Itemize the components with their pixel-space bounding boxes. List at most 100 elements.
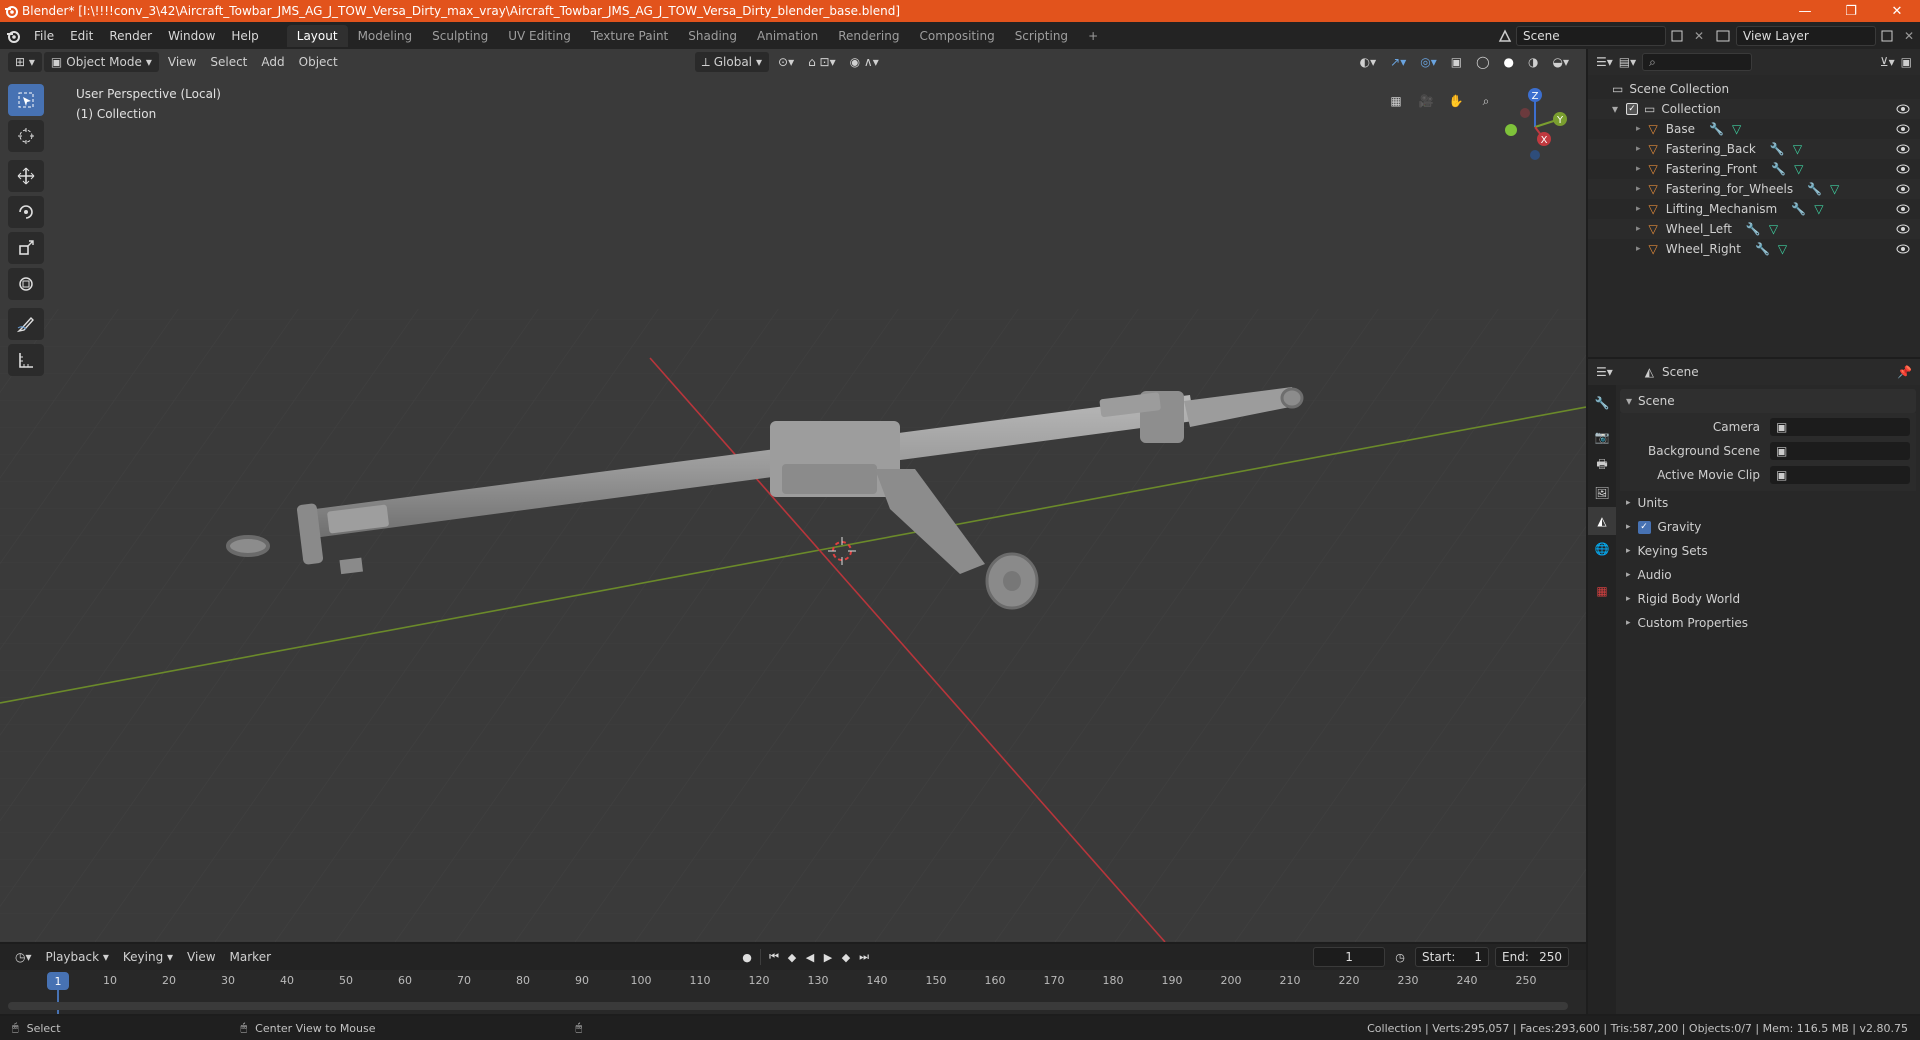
- modifier-icon[interactable]: 🔧: [1807, 182, 1822, 196]
- menu-help[interactable]: Help: [223, 25, 266, 47]
- tab-rendering[interactable]: Rendering: [828, 25, 909, 47]
- tool-tab-icon[interactable]: 🔧: [1588, 389, 1616, 417]
- eye-icon[interactable]: [1896, 122, 1910, 136]
- shading-wireframe-icon[interactable]: ◯: [1469, 52, 1496, 72]
- mesh-data-icon[interactable]: ▽: [1793, 142, 1802, 156]
- tab-texture-paint[interactable]: Texture Paint: [581, 25, 678, 47]
- editor-type-button[interactable]: ⊞ ▾: [8, 52, 42, 72]
- start-frame-field[interactable]: Start: 1: [1415, 947, 1490, 967]
- expand-arrow-icon[interactable]: ▸: [1636, 144, 1641, 154]
- menu-view[interactable]: View: [161, 52, 203, 72]
- output-tab-icon[interactable]: 🖶: [1588, 451, 1616, 479]
- timeline-editor-type-icon[interactable]: ◷▾: [8, 947, 39, 967]
- xray-toggle-icon[interactable]: ▣: [1444, 52, 1469, 72]
- properties-editor-type-icon[interactable]: ☰▾: [1596, 365, 1613, 379]
- scene-tab-icon[interactable]: ◭: [1588, 507, 1616, 535]
- property-section-header[interactable]: ▸ Keying Sets: [1620, 539, 1916, 563]
- property-section-header[interactable]: ▸ Audio: [1620, 563, 1916, 587]
- eye-icon[interactable]: [1896, 162, 1910, 176]
- keying-menu[interactable]: Keying ▾: [116, 947, 180, 967]
- jump-end-icon[interactable]: ⏭: [855, 948, 873, 966]
- outliner-object-row[interactable]: ▸ ▽ Fastering_for_Wheels 🔧 ▽: [1588, 179, 1920, 199]
- menu-object[interactable]: Object: [292, 52, 345, 72]
- timeline-scrollbar[interactable]: [8, 1002, 1568, 1010]
- property-section-header[interactable]: ▸ Units: [1620, 491, 1916, 515]
- outliner-editor-type-icon[interactable]: ☰▾: [1596, 55, 1613, 69]
- world-tab-icon[interactable]: 🌐: [1588, 535, 1616, 563]
- expand-arrow-icon[interactable]: ▸: [1636, 204, 1641, 214]
- prev-keyframe-icon[interactable]: ◆: [783, 948, 801, 966]
- outliner-object-row[interactable]: ▸ ▽ Lifting_Mechanism 🔧 ▽: [1588, 199, 1920, 219]
- eye-icon[interactable]: [1896, 182, 1910, 196]
- play-reverse-icon[interactable]: ◀: [801, 948, 819, 966]
- playback-menu[interactable]: Playback ▾: [39, 947, 116, 967]
- minimize-button[interactable]: —: [1782, 0, 1828, 22]
- snap-icon[interactable]: ⌂ ⊡▾: [801, 52, 843, 72]
- outliner-object-row[interactable]: ▸ ▽ Base 🔧 ▽: [1588, 119, 1920, 139]
- transform-orientation-dropdown[interactable]: ⟂ Global ▾: [694, 52, 770, 72]
- tab-sculpting[interactable]: Sculpting: [422, 25, 498, 47]
- eye-icon[interactable]: [1896, 222, 1910, 236]
- texture-tab-icon[interactable]: ▦: [1588, 577, 1616, 605]
- mesh-data-icon[interactable]: ▽: [1794, 162, 1803, 176]
- menu-select[interactable]: Select: [203, 52, 254, 72]
- expand-arrow-icon[interactable]: ▸: [1636, 184, 1641, 194]
- shading-solid-icon[interactable]: ●: [1497, 52, 1521, 72]
- menu-add[interactable]: Add: [254, 52, 291, 72]
- tab-shading[interactable]: Shading: [678, 25, 747, 47]
- rotate-tool[interactable]: [8, 196, 44, 228]
- display-mode-icon[interactable]: ▤▾: [1619, 55, 1636, 69]
- scene-collection-row[interactable]: ▭ Scene Collection: [1588, 79, 1920, 99]
- scene-field[interactable]: Scene: [1516, 25, 1666, 46]
- property-value-field[interactable]: ▣: [1770, 466, 1910, 484]
- overlay-toggle-icon[interactable]: ◎▾: [1413, 52, 1444, 72]
- property-section-header[interactable]: ▸ Custom Properties: [1620, 611, 1916, 635]
- grid-view-icon[interactable]: ▦: [1384, 89, 1408, 113]
- modifier-icon[interactable]: 🔧: [1755, 242, 1770, 256]
- expand-arrow-icon[interactable]: ▸: [1636, 224, 1641, 234]
- tab-compositing[interactable]: Compositing: [909, 25, 1004, 47]
- mesh-data-icon[interactable]: ▽: [1732, 122, 1741, 136]
- collection-checkbox[interactable]: ✓: [1626, 103, 1639, 115]
- play-icon[interactable]: ▶: [819, 948, 837, 966]
- gravity-checkbox[interactable]: ✓: [1637, 520, 1651, 534]
- tab-modeling[interactable]: Modeling: [348, 25, 423, 47]
- close-button[interactable]: ✕: [1874, 0, 1920, 22]
- visibility-icon[interactable]: ◐▾: [1353, 52, 1384, 72]
- collection-row[interactable]: ▾ ✓ ▭ Collection: [1588, 99, 1920, 119]
- timeline-ruler[interactable]: 10 20 30 40 50 60 70 80 90 100 110 120 130 140 150 160 1…: [0, 970, 1586, 1014]
- shading-rendered-icon[interactable]: ◒▾: [1546, 52, 1577, 72]
- shading-material-icon[interactable]: ◑: [1521, 52, 1545, 72]
- property-section-header[interactable]: ▸ ✓ Gravity: [1620, 515, 1916, 539]
- cursor-tool[interactable]: [8, 120, 44, 152]
- mesh-data-icon[interactable]: ▽: [1830, 182, 1839, 196]
- proportional-edit-icon[interactable]: ◉ ∧▾: [843, 52, 886, 72]
- outliner-object-row[interactable]: ▸ ▽ Wheel_Left 🔧 ▽: [1588, 219, 1920, 239]
- modifier-icon[interactable]: 🔧: [1771, 162, 1786, 176]
- playhead-marker[interactable]: 1: [47, 972, 69, 990]
- menu-render[interactable]: Render: [101, 25, 160, 47]
- measure-tool[interactable]: [8, 344, 44, 376]
- end-frame-field[interactable]: End: 250: [1495, 947, 1570, 967]
- add-workspace-button[interactable]: +: [1078, 25, 1108, 47]
- next-keyframe-icon[interactable]: ◆: [837, 948, 855, 966]
- viewport-canvas[interactable]: [0, 49, 1586, 942]
- select-box-tool[interactable]: [8, 84, 44, 116]
- menu-window[interactable]: Window: [160, 25, 223, 47]
- render-tab-icon[interactable]: 📷: [1588, 423, 1616, 451]
- property-section-header[interactable]: ▸ Rigid Body World: [1620, 587, 1916, 611]
- timeline-view-menu[interactable]: View: [180, 947, 222, 967]
- jump-start-icon[interactable]: ⏮: [765, 948, 783, 966]
- pan-hand-icon[interactable]: ✋: [1444, 89, 1468, 113]
- gizmo-toggle-icon[interactable]: ↗▾: [1383, 52, 1413, 72]
- expand-arrow-icon[interactable]: ▾: [1612, 102, 1618, 116]
- transform-tool[interactable]: [8, 268, 44, 300]
- property-value-field[interactable]: ▣: [1770, 418, 1910, 436]
- camera-view-icon[interactable]: 🎥: [1414, 89, 1438, 113]
- current-frame-field[interactable]: 1: [1313, 947, 1386, 967]
- expand-arrow-icon[interactable]: ▸: [1636, 244, 1641, 254]
- menu-file[interactable]: File: [26, 25, 62, 47]
- axis-gizmo[interactable]: Z Y X: [1500, 87, 1586, 167]
- tab-uv-editing[interactable]: UV Editing: [498, 25, 581, 47]
- filter-icon[interactable]: ⊻▾: [1880, 55, 1895, 69]
